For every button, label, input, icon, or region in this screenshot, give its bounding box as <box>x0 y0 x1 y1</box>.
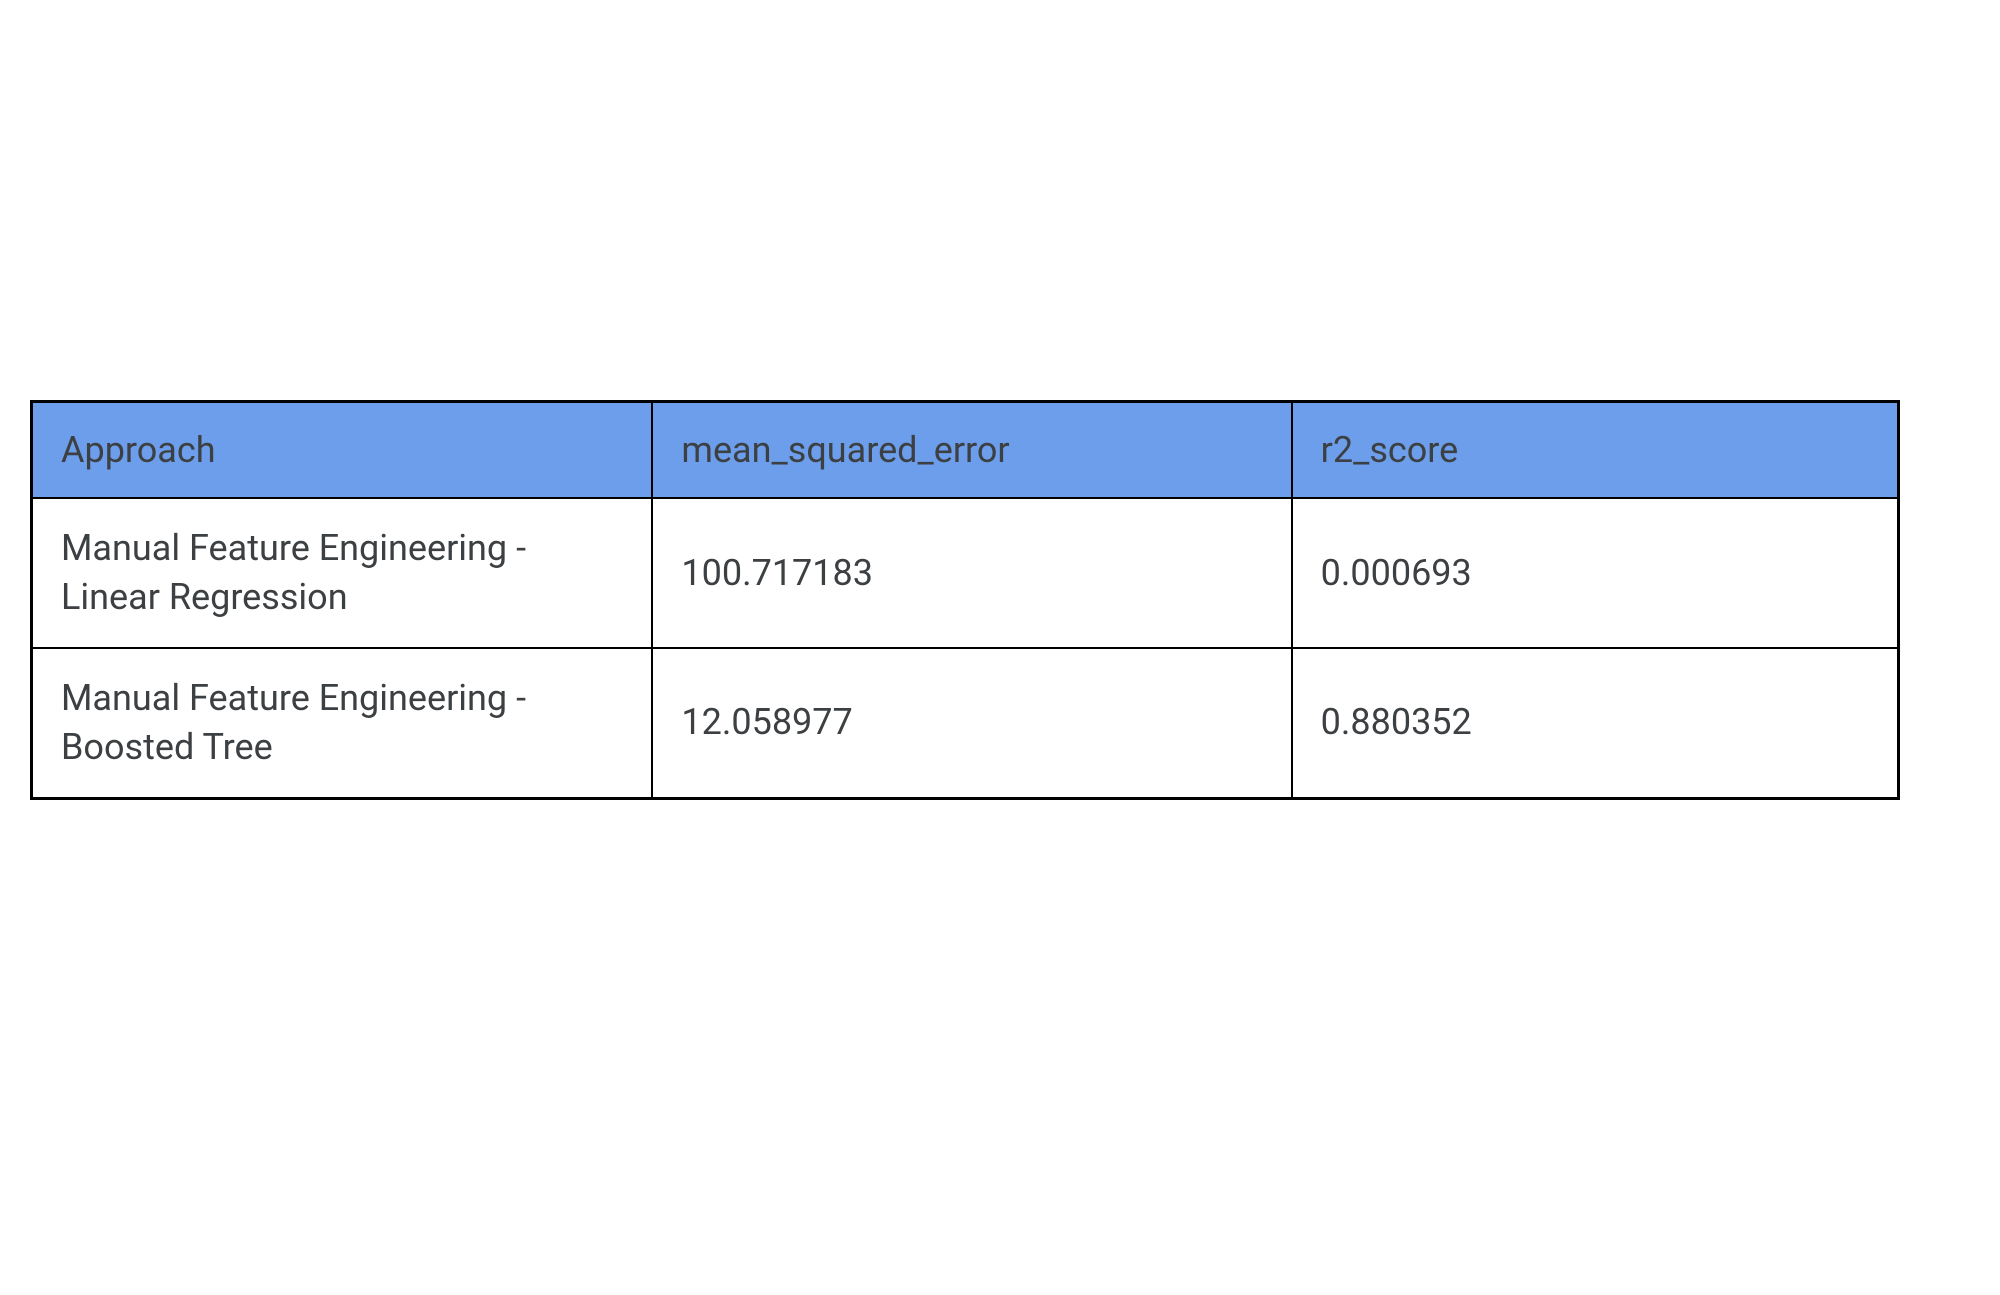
cell-approach: Manual Feature Engineering - Linear Regr… <box>32 498 653 648</box>
header-r2: r2_score <box>1292 402 1899 499</box>
results-table: Approach mean_squared_error r2_score Man… <box>30 400 1900 800</box>
table-row: Manual Feature Engineering - Boosted Tre… <box>32 648 1899 798</box>
table-row: Manual Feature Engineering - Linear Regr… <box>32 498 1899 648</box>
table-header-row: Approach mean_squared_error r2_score <box>32 402 1899 499</box>
results-table-container: Approach mean_squared_error r2_score Man… <box>30 400 1900 800</box>
cell-r2: 0.000693 <box>1292 498 1899 648</box>
cell-approach: Manual Feature Engineering - Boosted Tre… <box>32 648 653 798</box>
cell-mse: 100.717183 <box>652 498 1291 648</box>
cell-mse: 12.058977 <box>652 648 1291 798</box>
header-mse: mean_squared_error <box>652 402 1291 499</box>
cell-r2: 0.880352 <box>1292 648 1899 798</box>
header-approach: Approach <box>32 402 653 499</box>
